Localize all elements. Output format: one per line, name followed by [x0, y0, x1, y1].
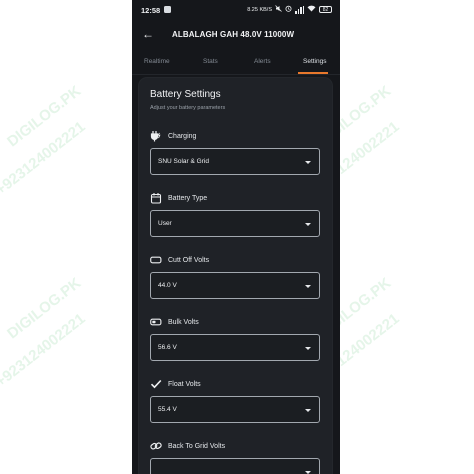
dropdown-caret-icon [305, 409, 311, 412]
watermark-phone: +923124002221 [0, 118, 89, 199]
calendar-icon [150, 192, 162, 204]
plug-icon [150, 130, 162, 142]
status-icons: 8.25 KB/S 82 [247, 5, 332, 14]
float-volts-value: 55.4 V [158, 406, 177, 413]
back-to-grid-volts-select[interactable] [150, 458, 320, 474]
battery-low-icon [150, 316, 162, 328]
app-bar: ← ALBALAGH GAH 48.0V 11000W [132, 24, 340, 46]
tab-realtime[interactable]: Realtime [144, 58, 170, 65]
dropdown-caret-icon [305, 347, 311, 350]
battery-empty-icon [150, 254, 162, 266]
cutt-off-volts-select[interactable]: 44.0 V [150, 272, 320, 299]
battery-type-label-text: Battery Type [168, 194, 208, 202]
status-bar: 12:58 8.25 KB/S 82 [132, 0, 340, 20]
float-volts-label-text: Float Volts [168, 380, 201, 388]
signal-icon [295, 5, 304, 14]
cutt-off-volts-label-text: Cutt Off Volts [168, 256, 210, 264]
phone-screen: 12:58 8.25 KB/S 82 ← ALBALAGH GAH 48.0V … [132, 0, 340, 474]
battery-status-icon: 82 [319, 6, 332, 13]
tab-settings[interactable]: Settings [303, 58, 327, 65]
float-volts-label: Float Volts [150, 378, 201, 390]
charging-label: Charging [150, 130, 196, 142]
card-title: Battery Settings [150, 89, 221, 100]
bulk-volts-value: 56.6 V [158, 344, 177, 351]
watermark-site: DIGILOG.PK [4, 82, 85, 151]
battery-type-label: Battery Type [150, 192, 207, 204]
status-time: 12:58 [141, 6, 161, 15]
alarm-icon [285, 5, 292, 14]
dropdown-caret-icon [305, 161, 311, 164]
bulk-volts-label: Bulk Volts [150, 316, 199, 328]
bulk-volts-label-text: Bulk Volts [168, 318, 199, 326]
cutt-off-volts-value: 44.0 V [158, 282, 177, 289]
bulk-volts-select[interactable]: 56.6 V [150, 334, 320, 361]
battery-type-value: User [158, 220, 172, 227]
battery-type-select[interactable]: User [150, 210, 320, 237]
charging-select[interactable]: SNU Solar & Grid [150, 148, 320, 175]
watermark-site: DIGILOG.PK [4, 274, 85, 343]
dropdown-caret-icon [305, 285, 311, 288]
page-title: ALBALAGH GAH 48.0V 11000W [172, 30, 295, 39]
wifi-icon [307, 5, 316, 14]
card-subtitle: Adjust your battery parameters [150, 105, 226, 111]
charging-value: SNU Solar & Grid [158, 158, 209, 165]
tab-bar: Realtime Stats Alerts Settings [132, 52, 340, 75]
charging-label-text: Charging [168, 132, 197, 140]
mute-icon [275, 5, 282, 14]
app-notification-icon [164, 6, 171, 13]
float-volts-select[interactable]: 55.4 V [150, 396, 320, 423]
back-to-grid-volts-label: Back To Grid Volts [150, 440, 225, 452]
active-tab-indicator [298, 72, 328, 74]
tab-alerts[interactable]: Alerts [254, 58, 271, 65]
cutt-off-volts-label: Cutt Off Volts [150, 254, 209, 266]
check-icon [150, 378, 162, 390]
watermark-phone: +923124002221 [0, 310, 89, 391]
link-icon [150, 440, 162, 452]
battery-settings-card: Battery Settings Adjust your battery par… [139, 78, 332, 474]
network-speed: 8.25 KB/S [247, 6, 272, 13]
tab-stats[interactable]: Stats [203, 58, 218, 65]
back-to-grid-volts-label-text: Back To Grid Volts [168, 442, 226, 450]
back-arrow-icon[interactable]: ← [142, 27, 154, 41]
dropdown-caret-icon [305, 223, 311, 226]
